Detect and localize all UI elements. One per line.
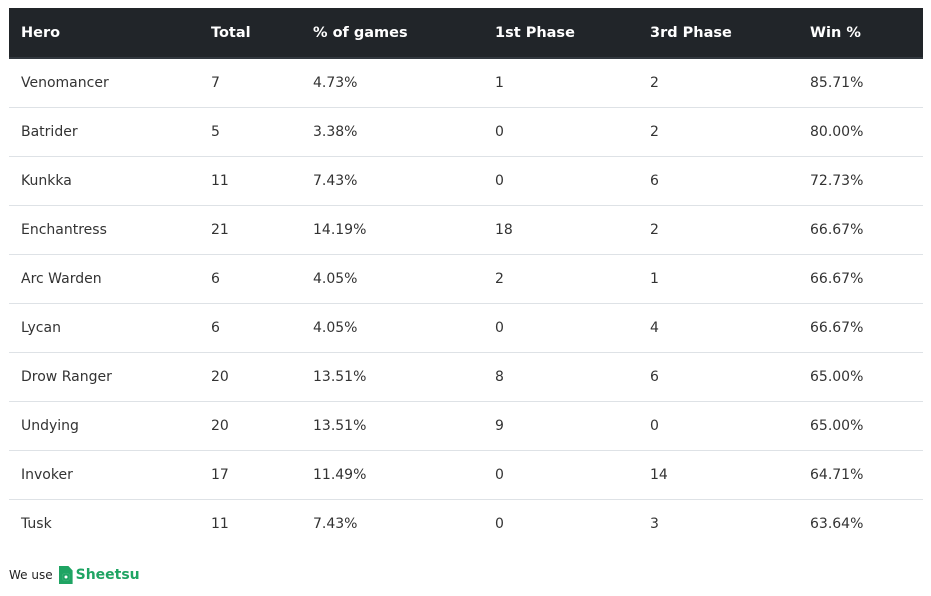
cell-hero: Invoker	[9, 450, 199, 500]
cell-total: 11	[199, 499, 301, 548]
cell-3rd-phase: 0	[638, 401, 798, 451]
cell-total: 20	[199, 401, 301, 451]
footer: We use Sheetsu	[9, 566, 140, 584]
cell-percent-games: 4.73%	[313, 75, 358, 91]
table-body: Venomancer 7 4.73% 1 2 85.71% Batrider 5 3.38% 0 2…	[9, 58, 923, 548]
cell-hero: Drow Ranger	[9, 352, 199, 402]
table-row: Undying 20 13.51% 9 0 65.00%	[9, 401, 923, 451]
cell-1st-phase: 2	[483, 254, 638, 304]
sheetsu-logo-icon	[58, 566, 73, 584]
table-header: Hero Total % of games 1st Phase 3rd Phas…	[9, 8, 923, 59]
cell-1st-phase: 0	[483, 303, 638, 353]
cell-3rd-phase: 2	[638, 107, 798, 157]
header-row: Hero Total % of games 1st Phase 3rd Phas…	[9, 8, 923, 59]
header-1st-phase: 1st Phase	[483, 8, 638, 59]
cell-1st-phase: 1	[495, 75, 504, 91]
cell-win-percent: 66.67%	[798, 205, 923, 255]
cell-3rd-phase: 6	[638, 156, 798, 206]
cell-3rd-phase: 6	[638, 352, 798, 402]
cell-total: 21	[199, 205, 301, 255]
cell-win-percent: 85.71%	[810, 75, 864, 91]
cell-1st-phase: 0	[483, 156, 638, 206]
table-row: Batrider 5 3.38% 0 2 80.00%	[9, 107, 923, 157]
cell-win-percent: 64.71%	[798, 450, 923, 500]
table-row: Enchantress 21 14.19% 18 2 66.67%	[9, 205, 923, 255]
table-row: Drow Ranger 20 13.51% 8 6 65.00%	[9, 352, 923, 402]
cell-hero: Lycan	[9, 303, 199, 353]
cell-total: 20	[199, 352, 301, 402]
cell-hero: Venomancer	[21, 75, 109, 91]
cell-total: 17	[199, 450, 301, 500]
cell-percent-games: 11.49%	[301, 450, 483, 500]
sheetsu-logo[interactable]: Sheetsu	[58, 566, 140, 584]
table-row: Venomancer 7 4.73% 1 2 85.71%	[9, 58, 923, 108]
table-row: Kunkka 11 7.43% 0 6 72.73%	[9, 156, 923, 206]
footer-prefix: We use	[9, 568, 53, 582]
cell-percent-games: 4.05%	[301, 303, 483, 353]
cell-win-percent: 72.73%	[798, 156, 923, 206]
cell-percent-games: 4.05%	[301, 254, 483, 304]
cell-3rd-phase: 4	[638, 303, 798, 353]
cell-hero: Batrider	[9, 107, 199, 157]
cell-hero: Enchantress	[9, 205, 199, 255]
cell-total: 6	[199, 254, 301, 304]
cell-1st-phase: 0	[483, 499, 638, 548]
header-win-percent: Win %	[798, 8, 923, 59]
cell-win-percent: 80.00%	[798, 107, 923, 157]
table-row: Arc Warden 6 4.05% 2 1 66.67%	[9, 254, 923, 304]
cell-3rd-phase: 2	[638, 205, 798, 255]
header-3rd-phase: 3rd Phase	[638, 8, 798, 59]
cell-hero: Arc Warden	[9, 254, 199, 304]
table-row: Lycan 6 4.05% 0 4 66.67%	[9, 303, 923, 353]
cell-total: 11	[199, 156, 301, 206]
cell-1st-phase: 9	[483, 401, 638, 451]
cell-3rd-phase: 14	[638, 450, 798, 500]
cell-win-percent: 65.00%	[798, 352, 923, 402]
cell-hero: Undying	[9, 401, 199, 451]
cell-1st-phase: 0	[483, 107, 638, 157]
cell-total: 5	[199, 107, 301, 157]
cell-percent-games: 3.38%	[301, 107, 483, 157]
header-hero: Hero	[9, 8, 199, 59]
table-row: Tusk 11 7.43% 0 3 63.64%	[9, 499, 923, 548]
sheetsu-brand-name: Sheetsu	[75, 567, 140, 583]
cell-win-percent: 65.00%	[798, 401, 923, 451]
cell-total: 7	[211, 75, 220, 91]
table-row: Invoker 17 11.49% 0 14 64.71%	[9, 450, 923, 500]
cell-win-percent: 66.67%	[798, 254, 923, 304]
cell-1st-phase: 18	[483, 205, 638, 255]
cell-3rd-phase: 1	[638, 254, 798, 304]
hero-stats-container: Hero Total % of games 1st Phase 3rd Phas…	[9, 8, 923, 548]
cell-hero: Kunkka	[9, 156, 199, 206]
header-percent-games: % of games	[301, 8, 483, 59]
cell-1st-phase: 8	[483, 352, 638, 402]
cell-percent-games: 14.19%	[301, 205, 483, 255]
cell-3rd-phase: 2	[650, 75, 659, 91]
cell-percent-games: 13.51%	[301, 352, 483, 402]
cell-win-percent: 63.64%	[798, 499, 923, 548]
cell-percent-games: 7.43%	[301, 499, 483, 548]
header-total: Total	[199, 8, 301, 59]
cell-1st-phase: 0	[483, 450, 638, 500]
cell-percent-games: 7.43%	[301, 156, 483, 206]
hero-stats-table: Hero Total % of games 1st Phase 3rd Phas…	[9, 8, 923, 548]
cell-win-percent: 66.67%	[798, 303, 923, 353]
cell-percent-games: 13.51%	[301, 401, 483, 451]
cell-hero: Tusk	[9, 499, 199, 548]
cell-total: 6	[199, 303, 301, 353]
cell-3rd-phase: 3	[638, 499, 798, 548]
